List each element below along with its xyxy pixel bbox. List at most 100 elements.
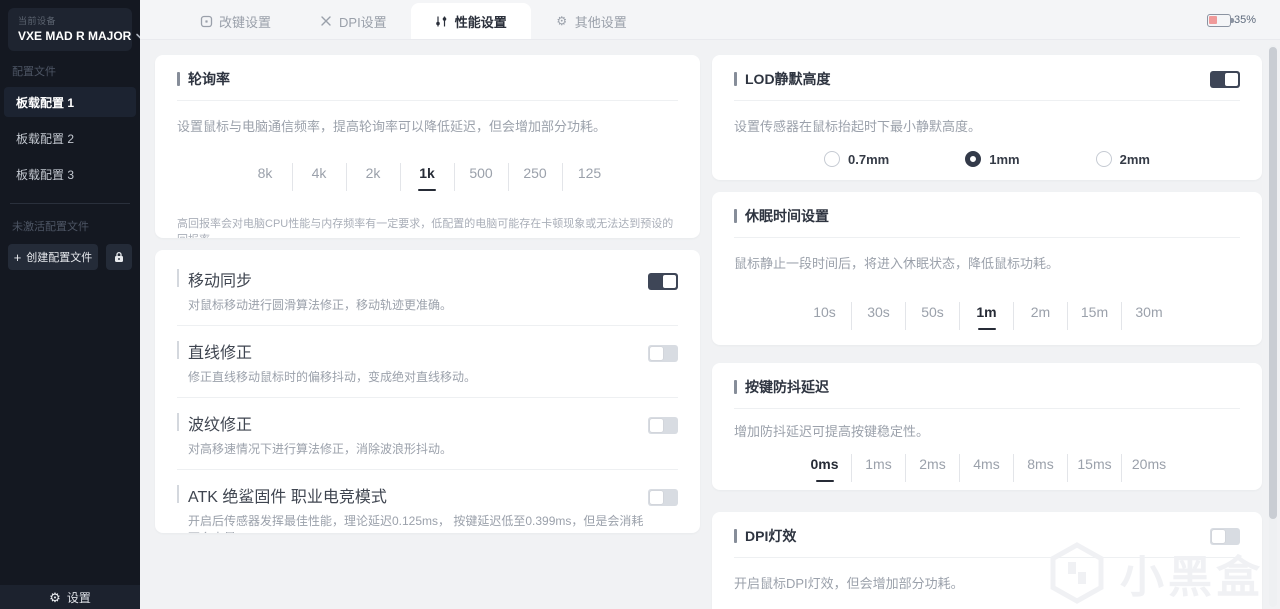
debounce-option-0ms[interactable]: 0ms bbox=[798, 454, 852, 482]
straight-correction-toggle[interactable] bbox=[648, 345, 678, 362]
radio-selected-icon bbox=[965, 151, 982, 167]
radio-label: 0.7mm bbox=[848, 151, 890, 167]
title-bar-accent bbox=[734, 529, 737, 543]
debounce-option-1ms[interactable]: 1ms bbox=[852, 454, 906, 482]
motion-sync-toggle[interactable] bbox=[648, 273, 678, 290]
settings-content: 轮询率 设置鼠标与电脑通信频率，提高轮询率可以降低延迟，但会增加部分功耗。 8k… bbox=[140, 40, 1280, 609]
dpi-light-toggle[interactable] bbox=[1210, 527, 1240, 545]
tab-key-remap[interactable]: 改键设置 bbox=[175, 3, 295, 39]
lod-desc: 设置传感器在鼠标抬起时下最小静默高度。 bbox=[734, 119, 982, 134]
debounce-option-4ms[interactable]: 4ms bbox=[960, 454, 1014, 482]
motion-sync-title: 移动同步 bbox=[188, 273, 253, 290]
sidebar-item-profile-1[interactable]: 板载配置 1 bbox=[4, 87, 136, 117]
tab-dpi[interactable]: DPI设置 bbox=[295, 3, 411, 39]
sleep-option-2m[interactable]: 2m bbox=[1014, 302, 1068, 330]
title-bar-accent bbox=[734, 209, 737, 223]
sleep-option-1m[interactable]: 1m bbox=[960, 302, 1014, 330]
polling-option-2k[interactable]: 2k bbox=[347, 163, 401, 191]
feature-row-ripple-correction: 波纹修正 对高移速情况下进行算法修正，消除波浪形抖动。 bbox=[177, 398, 678, 470]
debounce-option-8ms[interactable]: 8ms bbox=[1014, 454, 1068, 482]
ripple-correction-title: 波纹修正 bbox=[188, 417, 253, 434]
atk-esports-desc: 开启后传感器发挥最佳性能，理论延迟0.125ms， 按键延迟低至0.399ms，… bbox=[188, 514, 644, 533]
profile-label: 板载配置 3 bbox=[16, 167, 75, 182]
sliders-icon bbox=[435, 14, 449, 28]
divider bbox=[734, 100, 1240, 101]
row-bar-accent bbox=[177, 485, 179, 503]
import-profile-button[interactable] bbox=[106, 244, 132, 270]
polling-option-250[interactable]: 250 bbox=[509, 163, 563, 191]
feature-row-motion-sync: 移动同步 对鼠标移动进行圆滑算法修正，移动轨迹更准确。 bbox=[177, 254, 678, 326]
debounce-options: 0ms 1ms 2ms 4ms 8ms 15ms 20ms bbox=[734, 454, 1240, 482]
title-bar-accent bbox=[734, 380, 737, 394]
atk-esports-toggle[interactable] bbox=[648, 489, 678, 506]
sidebar-divider bbox=[10, 203, 130, 204]
profile-label: 板载配置 1 bbox=[16, 95, 75, 110]
debounce-option-15ms[interactable]: 15ms bbox=[1068, 454, 1122, 482]
radio-icon bbox=[824, 151, 841, 167]
sidebar-item-profile-2[interactable]: 板载配置 2 bbox=[4, 123, 136, 153]
row-bar-accent bbox=[177, 269, 179, 287]
ripple-correction-toggle[interactable] bbox=[648, 417, 678, 434]
create-profile-button[interactable]: + 创建配置文件 bbox=[8, 244, 98, 270]
sleep-desc: 鼠标静止一段时间后，将进入休眠状态，降低鼠标功耗。 bbox=[734, 256, 1060, 271]
tab-other[interactable]: ⚙ 其他设置 bbox=[531, 3, 651, 39]
polling-rate-card: 轮询率 设置鼠标与电脑通信频率，提高轮询率可以降低延迟，但会增加部分功耗。 8k… bbox=[155, 55, 700, 238]
settings-button[interactable]: ⚙ 设置 bbox=[0, 585, 140, 609]
polling-rate-options: 8k 4k 2k 1k 500 250 125 bbox=[177, 163, 678, 191]
debounce-desc: 增加防抖延迟可提高按键稳定性。 bbox=[734, 424, 930, 439]
lod-title: LOD静默高度 bbox=[745, 71, 831, 87]
inactive-profiles-label: 未激活配置文件 bbox=[12, 221, 89, 233]
create-profile-label: 创建配置文件 bbox=[26, 252, 93, 264]
plus-icon: + bbox=[13, 249, 22, 265]
settings-label: 设置 bbox=[66, 590, 91, 605]
polling-option-125[interactable]: 125 bbox=[563, 163, 617, 191]
polling-option-4k[interactable]: 4k bbox=[293, 163, 347, 191]
key-remap-icon bbox=[199, 14, 213, 28]
polling-rate-title: 轮询率 bbox=[188, 71, 230, 87]
lod-option-0-7mm[interactable]: 0.7mm bbox=[824, 151, 889, 167]
sidebar-item-profile-3[interactable]: 板载配置 3 bbox=[4, 159, 136, 189]
tab-label: DPI设置 bbox=[339, 14, 387, 30]
profile-label: 板载配置 2 bbox=[16, 131, 75, 146]
polling-option-8k[interactable]: 8k bbox=[239, 163, 293, 191]
tab-label: 其他设置 bbox=[574, 14, 627, 30]
polling-option-500[interactable]: 500 bbox=[455, 163, 509, 191]
lod-option-1mm[interactable]: 1mm bbox=[965, 151, 1020, 167]
tab-bar: 改键设置 DPI设置 性能设置 ⚙ 其他设置 35% bbox=[140, 0, 1280, 40]
sleep-time-card: 休眠时间设置 鼠标静止一段时间后，将进入休眠状态，降低鼠标功耗。 10s 30s… bbox=[712, 192, 1262, 345]
battery-icon bbox=[1206, 13, 1234, 27]
battery-indicator: 35% bbox=[1206, 0, 1256, 40]
debounce-option-20ms[interactable]: 20ms bbox=[1122, 454, 1176, 482]
polling-rate-note: 高回报率会对电脑CPU性能与内存频率有一定要求，低配置的电脑可能存在卡顿现象或无… bbox=[177, 218, 674, 238]
scrollbar-track[interactable] bbox=[1269, 45, 1277, 607]
radio-icon bbox=[1095, 151, 1112, 167]
scrollbar-thumb[interactable] bbox=[1269, 47, 1277, 519]
lod-option-2mm[interactable]: 2mm bbox=[1095, 151, 1150, 167]
row-bar-accent bbox=[177, 341, 179, 359]
debounce-card: 按键防抖延迟 增加防抖延迟可提高按键稳定性。 0ms 1ms 2ms 4ms 8… bbox=[712, 363, 1262, 490]
motion-sync-desc: 对鼠标移动进行圆滑算法修正，移动轨迹更准确。 bbox=[188, 298, 453, 312]
tab-label: 改键设置 bbox=[219, 14, 272, 30]
radio-label: 1mm bbox=[989, 151, 1020, 167]
sleep-option-30s[interactable]: 30s bbox=[852, 302, 906, 330]
sleep-option-50s[interactable]: 50s bbox=[906, 302, 960, 330]
app-window: 当前设备 VXE MAD R MAJOR 配置文件 板载配置 1 板载配置 2 … bbox=[0, 0, 1280, 609]
feature-row-straight-correction: 直线修正 修正直线移动鼠标时的偏移抖动，变成绝对直线移动。 bbox=[177, 326, 678, 398]
lod-height-card: LOD静默高度 设置传感器在鼠标抬起时下最小静默高度。 0.7mm 1mm 2m… bbox=[712, 55, 1262, 180]
gear-icon: ⚙ bbox=[556, 14, 568, 28]
debounce-title: 按键防抖延迟 bbox=[745, 379, 829, 395]
debounce-option-2ms[interactable]: 2ms bbox=[906, 454, 960, 482]
sleep-option-15m[interactable]: 15m bbox=[1068, 302, 1122, 330]
dpi-light-title: DPI灯效 bbox=[745, 528, 797, 544]
device-selector[interactable]: 当前设备 VXE MAD R MAJOR bbox=[8, 8, 145, 51]
device-name: VXE MAD R MAJOR bbox=[18, 29, 132, 43]
divider bbox=[734, 408, 1240, 409]
tab-performance[interactable]: 性能设置 bbox=[410, 3, 531, 39]
lock-icon bbox=[115, 251, 123, 262]
sleep-option-10s[interactable]: 10s bbox=[798, 302, 852, 330]
sleep-option-30m[interactable]: 30m bbox=[1122, 302, 1176, 330]
polling-option-1k[interactable]: 1k bbox=[401, 163, 455, 191]
main-area: 改键设置 DPI设置 性能设置 ⚙ 其他设置 35% 轮询率 设置鼠标与电脑通信… bbox=[140, 0, 1280, 609]
lod-toggle[interactable] bbox=[1210, 70, 1240, 88]
lod-options: 0.7mm 1mm 2mm bbox=[734, 151, 1240, 167]
